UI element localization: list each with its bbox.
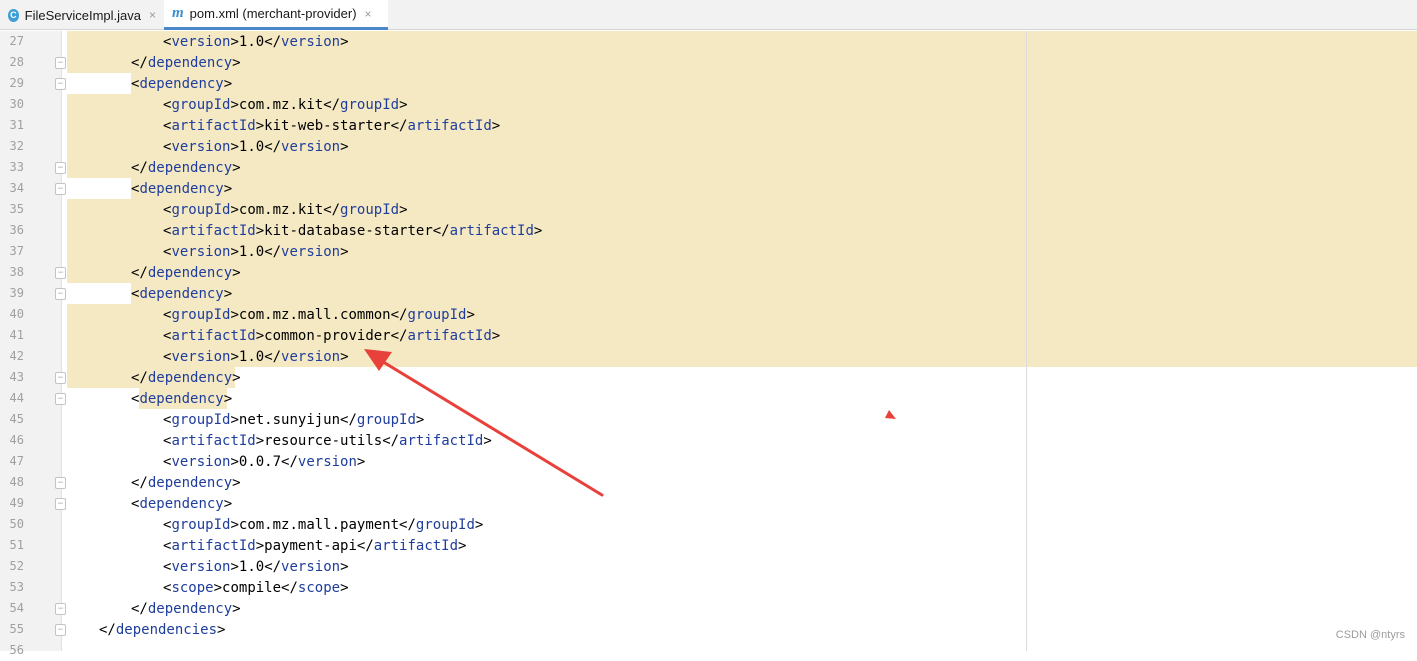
watermark: CSDN @ntyrs — [1335, 629, 1405, 641]
annotation-arrow-shaft — [378, 358, 604, 497]
annotation-arrow-head — [364, 349, 392, 371]
annotation-marker — [885, 410, 896, 419]
annotation-overlay — [364, 349, 896, 497]
